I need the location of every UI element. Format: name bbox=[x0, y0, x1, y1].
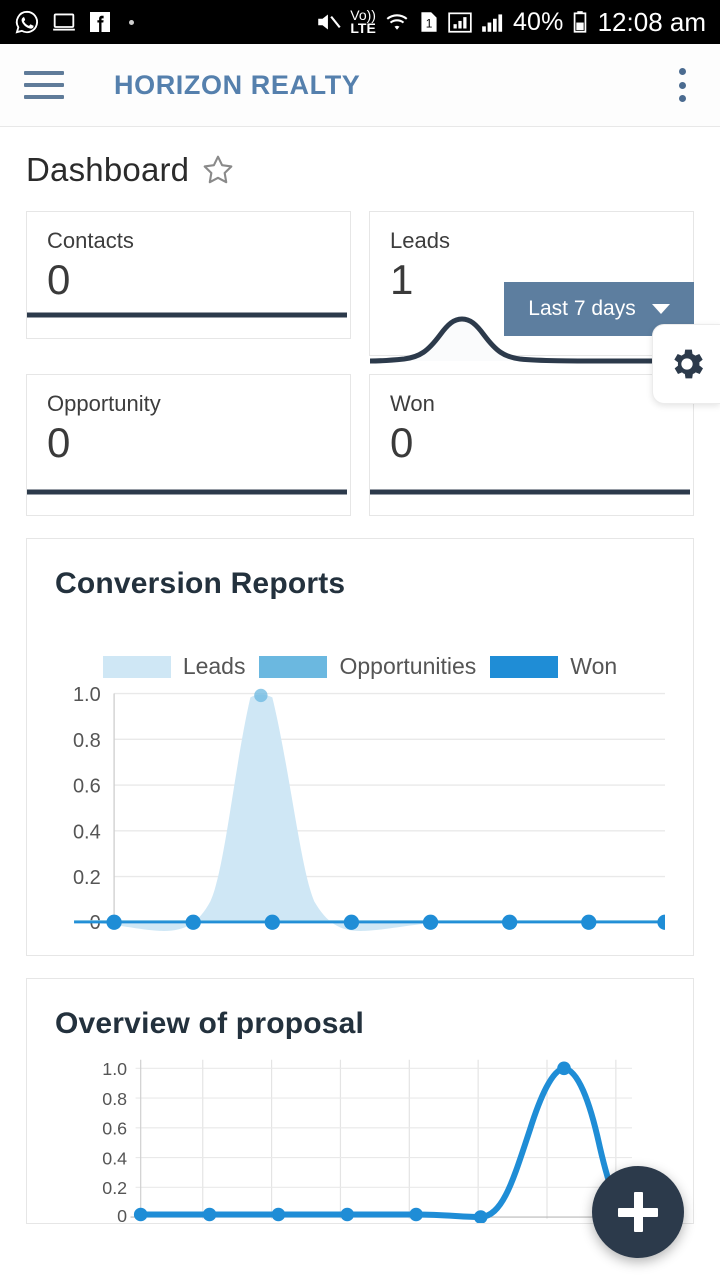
whatsapp-icon bbox=[15, 10, 38, 34]
status-bar-left-icons bbox=[14, 9, 134, 35]
chart-vertical-gridlines bbox=[202, 1059, 617, 1219]
kpi-label: Won bbox=[390, 391, 435, 416]
data-point[interactable] bbox=[473, 1209, 488, 1223]
app-bar: HORIZON REALTY bbox=[0, 44, 720, 127]
data-point[interactable] bbox=[106, 914, 122, 930]
settings-tab-button[interactable] bbox=[652, 324, 720, 404]
data-point[interactable] bbox=[557, 1061, 571, 1075]
legend-item-won[interactable]: Won bbox=[490, 653, 617, 680]
svg-text:1: 1 bbox=[426, 16, 433, 30]
y-tick-label: 0.2 bbox=[102, 1178, 127, 1198]
y-tick-label: 1.0 bbox=[73, 684, 101, 706]
signal-icon-1 bbox=[448, 12, 472, 33]
data-point[interactable] bbox=[264, 914, 280, 930]
kpi-row-bottom: Opportunity 0 Won 0 bbox=[26, 374, 694, 516]
legend-item-opportunities[interactable]: Opportunities bbox=[259, 653, 476, 680]
sim-icon: 1 bbox=[421, 12, 437, 32]
facebook-icon bbox=[90, 12, 110, 32]
panel-title: Overview of proposal bbox=[55, 1006, 365, 1040]
status-bar-right-icons: Vo)) LTE 1 40% 12:08 am bbox=[315, 7, 706, 37]
chart-legend: Leads Opportunities Won bbox=[55, 653, 665, 680]
hamburger-icon[interactable] bbox=[24, 71, 64, 99]
kpi-card-opportunity[interactable]: Opportunity 0 bbox=[26, 374, 351, 516]
y-tick-label: 0 bbox=[117, 1206, 127, 1223]
page-header: Dashboard bbox=[0, 127, 720, 189]
data-point[interactable] bbox=[502, 914, 518, 930]
chart-gridlines bbox=[135, 1067, 632, 1188]
legend-swatch-opportunities bbox=[259, 655, 328, 678]
panel-title: Conversion Reports bbox=[55, 567, 346, 600]
sparkline-flat bbox=[370, 489, 690, 495]
legend-swatch-leads bbox=[102, 655, 171, 678]
data-point[interactable] bbox=[581, 914, 597, 930]
panel-overview-of-proposal: Overview of proposal 1.0 0.8 0.6 0.4 0.2… bbox=[26, 977, 694, 1224]
kebab-menu-icon[interactable] bbox=[668, 68, 696, 102]
dashboard-page: Dashboard Last 7 days Contacts 0 Leads 1 bbox=[0, 127, 720, 1280]
sparkline-flat bbox=[27, 312, 347, 318]
data-point[interactable] bbox=[343, 914, 360, 930]
kpi-value: 0 bbox=[47, 256, 71, 303]
page-title: Dashboard bbox=[26, 151, 190, 188]
data-point[interactable] bbox=[340, 1207, 355, 1221]
kpi-value: 0 bbox=[390, 419, 414, 466]
legend-label: Leads bbox=[182, 653, 246, 679]
y-tick-label: 0.4 bbox=[73, 821, 101, 843]
star-outline-icon[interactable] bbox=[201, 153, 235, 187]
chart-overview-of-proposal[interactable]: 1.0 0.8 0.6 0.4 0.2 0 bbox=[55, 1053, 665, 1223]
data-point[interactable] bbox=[133, 1207, 148, 1221]
volte-sub-label: LTE bbox=[350, 20, 376, 36]
y-tick-label: 0.8 bbox=[73, 730, 101, 752]
kpi-label: Opportunity bbox=[47, 391, 161, 416]
cast-screen-icon bbox=[53, 13, 75, 31]
kpi-card-contacts[interactable]: Contacts 0 bbox=[26, 211, 351, 339]
y-tick-label: 0.6 bbox=[73, 776, 101, 798]
battery-percent-label: 40% bbox=[512, 7, 564, 36]
signal-icon-2 bbox=[482, 14, 503, 32]
data-point[interactable] bbox=[409, 1207, 423, 1221]
wifi-icon bbox=[386, 14, 408, 30]
kpi-card-won[interactable]: Won 0 bbox=[369, 374, 694, 516]
data-point[interactable] bbox=[202, 1207, 217, 1221]
plus-icon-vertical bbox=[633, 1192, 643, 1232]
add-button[interactable] bbox=[592, 1166, 684, 1258]
chart-conversion-reports[interactable]: 1.0 0.8 0.6 0.4 0.2 0 bbox=[55, 684, 665, 937]
data-point-peak[interactable] bbox=[254, 688, 268, 703]
series-line-proposal bbox=[137, 1064, 635, 1220]
kpi-value: 0 bbox=[47, 419, 71, 466]
y-tick-label: 0.8 bbox=[102, 1088, 127, 1108]
series-area-leads bbox=[74, 694, 665, 931]
y-tick-label: 1.0 bbox=[102, 1059, 127, 1079]
volte-icon: Vo)) LTE bbox=[350, 8, 376, 36]
chart-data-points bbox=[133, 1061, 638, 1223]
kpi-section: Contacts 0 Leads 1 Opportunity 0 Won 0 bbox=[0, 211, 720, 516]
legend-label: Won bbox=[570, 653, 618, 679]
y-tick-label: 0.4 bbox=[102, 1148, 127, 1168]
data-point[interactable] bbox=[422, 914, 439, 930]
gear-icon bbox=[673, 349, 703, 379]
more-dot-icon bbox=[129, 19, 134, 25]
kpi-label: Contacts bbox=[47, 228, 134, 253]
date-range-label: Last 7 days bbox=[528, 297, 636, 320]
mute-icon bbox=[318, 14, 341, 30]
y-tick-label: 0.6 bbox=[102, 1118, 127, 1138]
chevron-down-icon bbox=[651, 304, 670, 314]
y-tick-label: 0.2 bbox=[73, 867, 101, 889]
status-bar: Vo)) LTE 1 40% 12:08 am bbox=[0, 0, 720, 44]
app-title: HORIZON REALTY bbox=[114, 69, 361, 100]
legend-label: Opportunities bbox=[339, 653, 477, 679]
legend-swatch-won bbox=[490, 655, 559, 678]
chart-gridlines bbox=[114, 692, 665, 878]
clock-label: 12:08 am bbox=[597, 7, 706, 37]
chart-y-ticks: 1.0 0.8 0.6 0.4 0.2 0 bbox=[102, 1059, 127, 1223]
battery-icon bbox=[573, 11, 586, 33]
data-point[interactable] bbox=[185, 914, 201, 930]
chart-y-ticks: 1.0 0.8 0.6 0.4 0.2 0 bbox=[73, 684, 101, 934]
data-point[interactable] bbox=[657, 914, 665, 930]
kpi-label: Leads bbox=[390, 228, 450, 253]
sparkline-flat bbox=[27, 489, 347, 495]
data-point[interactable] bbox=[271, 1207, 286, 1221]
panel-conversion-reports: Conversion Reports Leads Opportunities W… bbox=[26, 538, 694, 956]
legend-item-leads[interactable]: Leads bbox=[102, 653, 246, 680]
